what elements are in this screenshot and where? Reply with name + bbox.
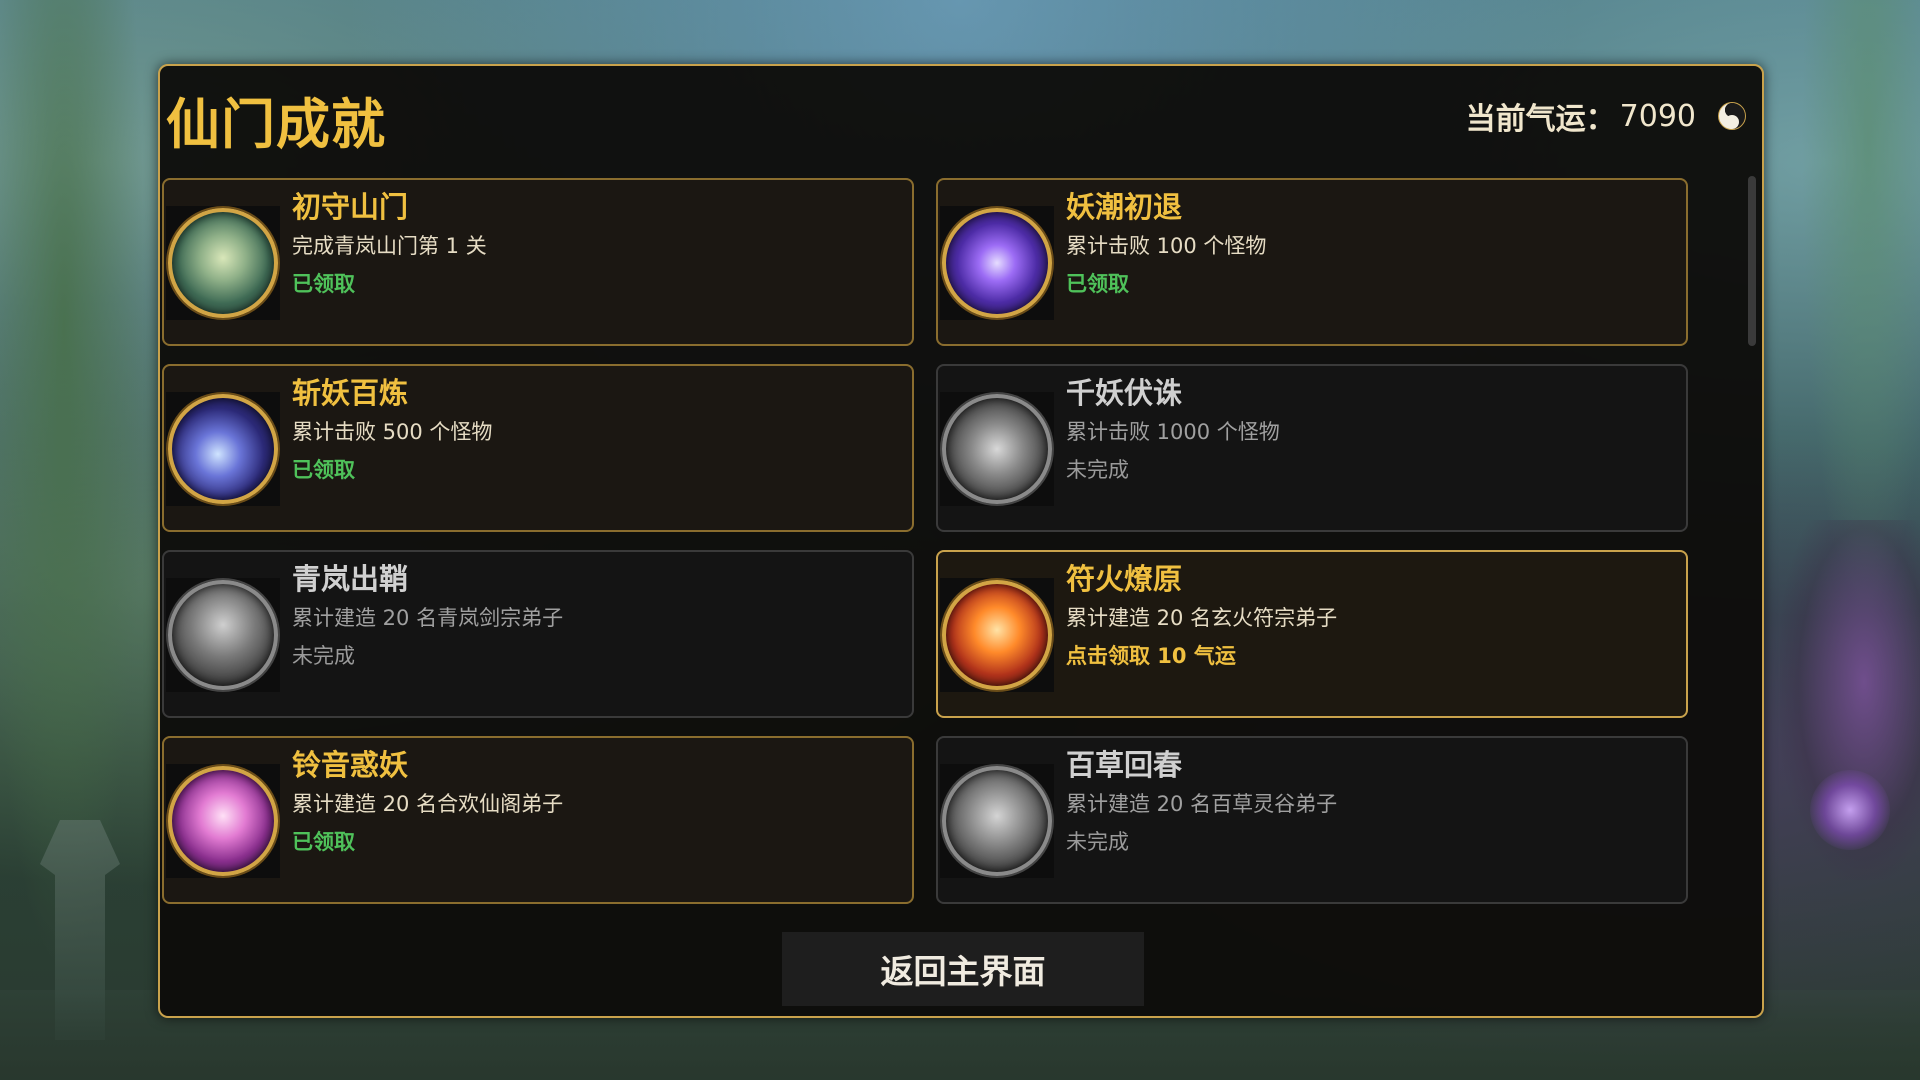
achievement-status: 已领取 (1066, 272, 1129, 296)
return-main-button[interactable]: 返回主界面 (782, 932, 1144, 1006)
badge-frame (166, 392, 280, 506)
sword-badge-icon (942, 208, 1052, 318)
achievement-status: 未完成 (292, 644, 355, 668)
achievement-description: 累计建造 20 名青岚剑宗弟子 (292, 606, 564, 630)
background-demon-figure (1780, 520, 1920, 880)
claim-reward-link[interactable]: 点击领取 10 气运 (1066, 640, 1236, 670)
achievement-grid: 初守山门 完成青岚山门第 1 关 已领取 妖潮初退 累计击败 100 个怪物 已… (162, 178, 1698, 904)
achievement-status: 未完成 (1066, 830, 1129, 854)
achievement-status: 已领取 (292, 272, 355, 296)
achievement-title: 铃音惑妖 (292, 748, 409, 782)
background-tree-right (1790, 0, 1920, 700)
badge-frame (940, 764, 1054, 878)
badge-frame (166, 578, 280, 692)
achievement-status: 未完成 (1066, 458, 1129, 482)
badge-frame (940, 392, 1054, 506)
background-stone-lantern (40, 820, 120, 1040)
background-purple-swirl (1810, 770, 1890, 850)
achievement-card-claimable[interactable]: 符火燎原 累计建造 20 名玄火符宗弟子 点击领取 10 气运 (936, 550, 1688, 718)
achievement-title: 妖潮初退 (1066, 190, 1183, 224)
fortune-label: 当前气运： (1465, 102, 1616, 137)
achievement-title: 千妖伏诛 (1066, 376, 1183, 410)
achievement-card[interactable]: 铃音惑妖 累计建造 20 名合欢仙阁弟子 已领取 (162, 736, 914, 904)
demon-army-badge-icon (942, 394, 1052, 504)
herbalist-badge-icon (942, 766, 1052, 876)
achievement-title: 斩妖百炼 (292, 376, 409, 410)
achievement-card[interactable]: 千妖伏诛 累计击败 1000 个怪物 未完成 (936, 364, 1688, 532)
achievement-description: 累计击败 100 个怪物 (1066, 234, 1267, 258)
yin-yang-icon (1718, 102, 1746, 130)
badge-frame (940, 206, 1054, 320)
achievement-status: 已领取 (292, 458, 355, 482)
achievement-description: 累计击败 500 个怪物 (292, 420, 493, 444)
achievement-description: 累计建造 20 名百草灵谷弟子 (1066, 792, 1338, 816)
scrollbar-thumb[interactable] (1748, 176, 1756, 346)
achievement-card[interactable]: 青岚出鞘 累计建造 20 名青岚剑宗弟子 未完成 (162, 550, 914, 718)
fortune-display: 当前气运： 7090 (1466, 94, 1746, 138)
page-title: 仙门成就 (166, 93, 386, 156)
gate-badge-icon (168, 208, 278, 318)
scrollbar-track[interactable] (1748, 176, 1756, 816)
achievement-card[interactable]: 初守山门 完成青岚山门第 1 关 已领取 (162, 178, 914, 346)
achievement-title: 初守山门 (292, 190, 409, 224)
badge-frame (166, 764, 280, 878)
fortune-value: 7090 (1619, 98, 1696, 134)
background-tree-left (0, 0, 160, 1080)
achievement-title: 百草回春 (1066, 748, 1183, 782)
achievement-status: 已领取 (292, 830, 355, 854)
achievement-card[interactable]: 妖潮初退 累计击败 100 个怪物 已领取 (936, 178, 1688, 346)
bell-maiden-badge-icon (168, 766, 278, 876)
achievement-panel: 仙门成就 当前气运： 7090 初守山门 完成青岚山门第 1 关 已领取 妖潮初… (158, 64, 1764, 1018)
achievement-description: 累计建造 20 名合欢仙阁弟子 (292, 792, 564, 816)
achievement-title: 青岚出鞘 (292, 562, 409, 596)
achievement-description: 累计击败 1000 个怪物 (1066, 420, 1280, 444)
achievement-description: 完成青岚山门第 1 关 (292, 234, 487, 258)
badge-frame (166, 206, 280, 320)
swordsman-badge-icon (168, 580, 278, 690)
slash-badge-icon (168, 394, 278, 504)
fire-talisman-badge-icon (942, 580, 1052, 690)
achievement-title: 符火燎原 (1066, 562, 1183, 596)
badge-frame (940, 578, 1054, 692)
achievement-card[interactable]: 百草回春 累计建造 20 名百草灵谷弟子 未完成 (936, 736, 1688, 904)
achievement-description: 累计建造 20 名玄火符宗弟子 (1066, 606, 1338, 630)
achievement-card[interactable]: 斩妖百炼 累计击败 500 个怪物 已领取 (162, 364, 914, 532)
